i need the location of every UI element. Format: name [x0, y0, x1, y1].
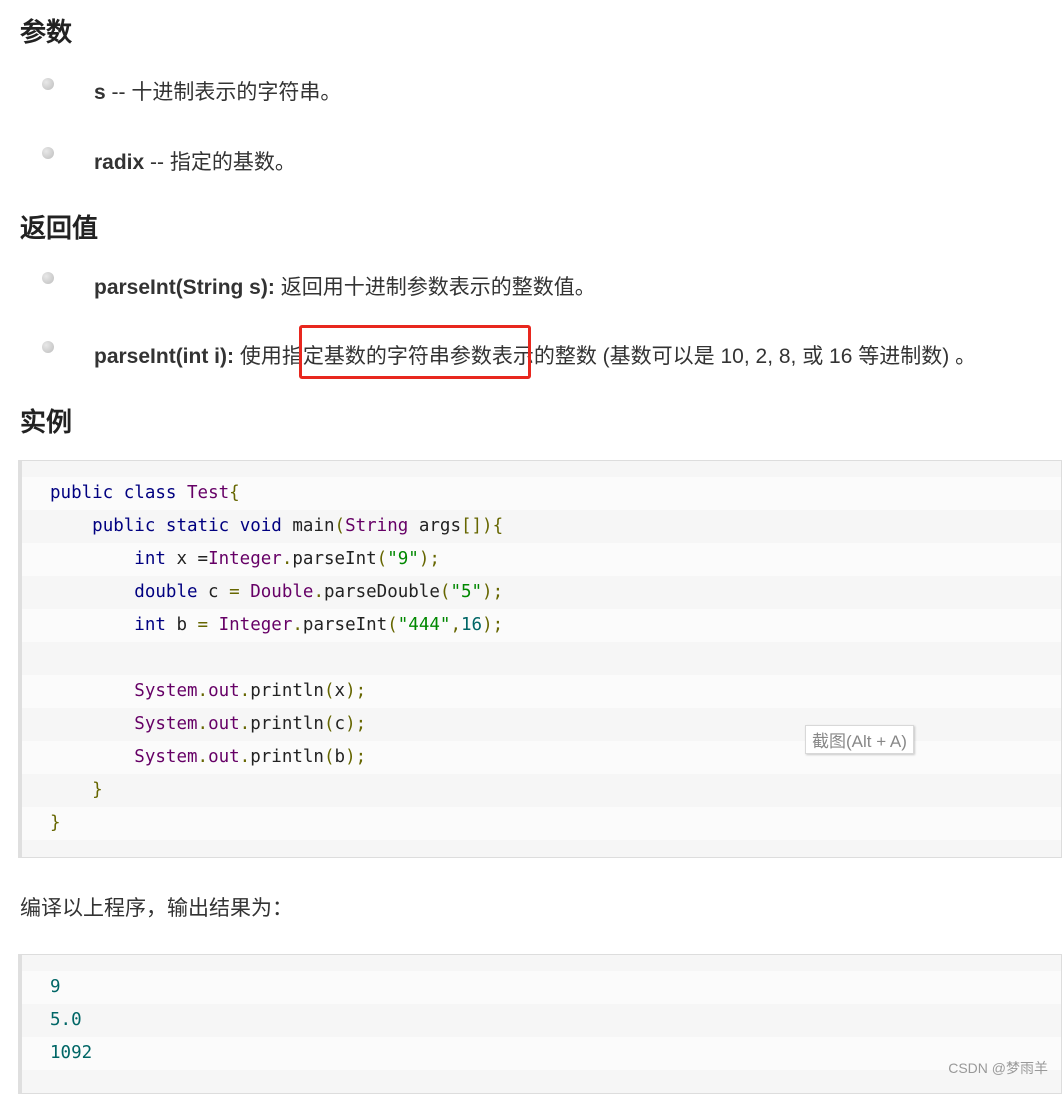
output-block[interactable]: 9 5.0 1092	[18, 954, 1062, 1094]
bullet-icon	[42, 341, 54, 353]
screenshot-tooltip: 截图(Alt + A)	[805, 725, 914, 754]
return-item-string: parseInt(String s): 返回用十进制参数表示的整数值。	[94, 271, 596, 301]
output-line: 9	[22, 971, 1061, 1004]
param-item-s: s -- 十进制表示的字符串。	[94, 76, 341, 106]
highlight-box	[299, 325, 531, 379]
code-line: public class Test{	[22, 477, 1061, 510]
param-desc: -- 十进制表示的字符串。	[105, 81, 342, 104]
output-line: 5.0	[50, 1010, 82, 1030]
code-block[interactable]: public class Test{ public static void ma…	[18, 460, 1062, 858]
watermark: CSDN @梦雨羊	[948, 1060, 1048, 1076]
param-desc: -- 指定的基数。	[144, 151, 296, 174]
param-name: s	[94, 81, 106, 104]
code-line: }	[22, 807, 1061, 840]
bullet-icon	[42, 272, 54, 284]
return-item-int: parseInt(int i): 使用指定基数的字符串参数表示的整数 (基数可以…	[94, 340, 976, 370]
params-heading: 参数	[20, 17, 73, 47]
return-desc: 返回用十进制参数表示的整数值。	[274, 276, 596, 299]
code-line: public static void main(String args[]){	[92, 516, 504, 536]
return-name: parseInt(String s):	[94, 276, 275, 299]
bullet-icon	[42, 78, 54, 90]
code-line: int x =Integer.parseInt("9");	[22, 543, 1061, 576]
param-name: radix	[94, 151, 145, 174]
example-heading: 实例	[20, 407, 73, 437]
param-item-radix: radix -- 指定的基数。	[94, 146, 296, 176]
output-line: 1092	[22, 1037, 1061, 1070]
return-name: parseInt(int i):	[94, 345, 234, 368]
code-line: int b = Integer.parseInt("444",16);	[22, 609, 1061, 642]
code-line: }	[92, 780, 103, 800]
code-line: double c = Double.parseDouble("5");	[134, 582, 504, 602]
compile-text: 编译以上程序，输出结果为：	[20, 897, 293, 920]
bullet-icon	[42, 147, 54, 159]
code-line: System.out.println(x);	[22, 675, 1061, 708]
return-heading: 返回值	[20, 213, 99, 243]
